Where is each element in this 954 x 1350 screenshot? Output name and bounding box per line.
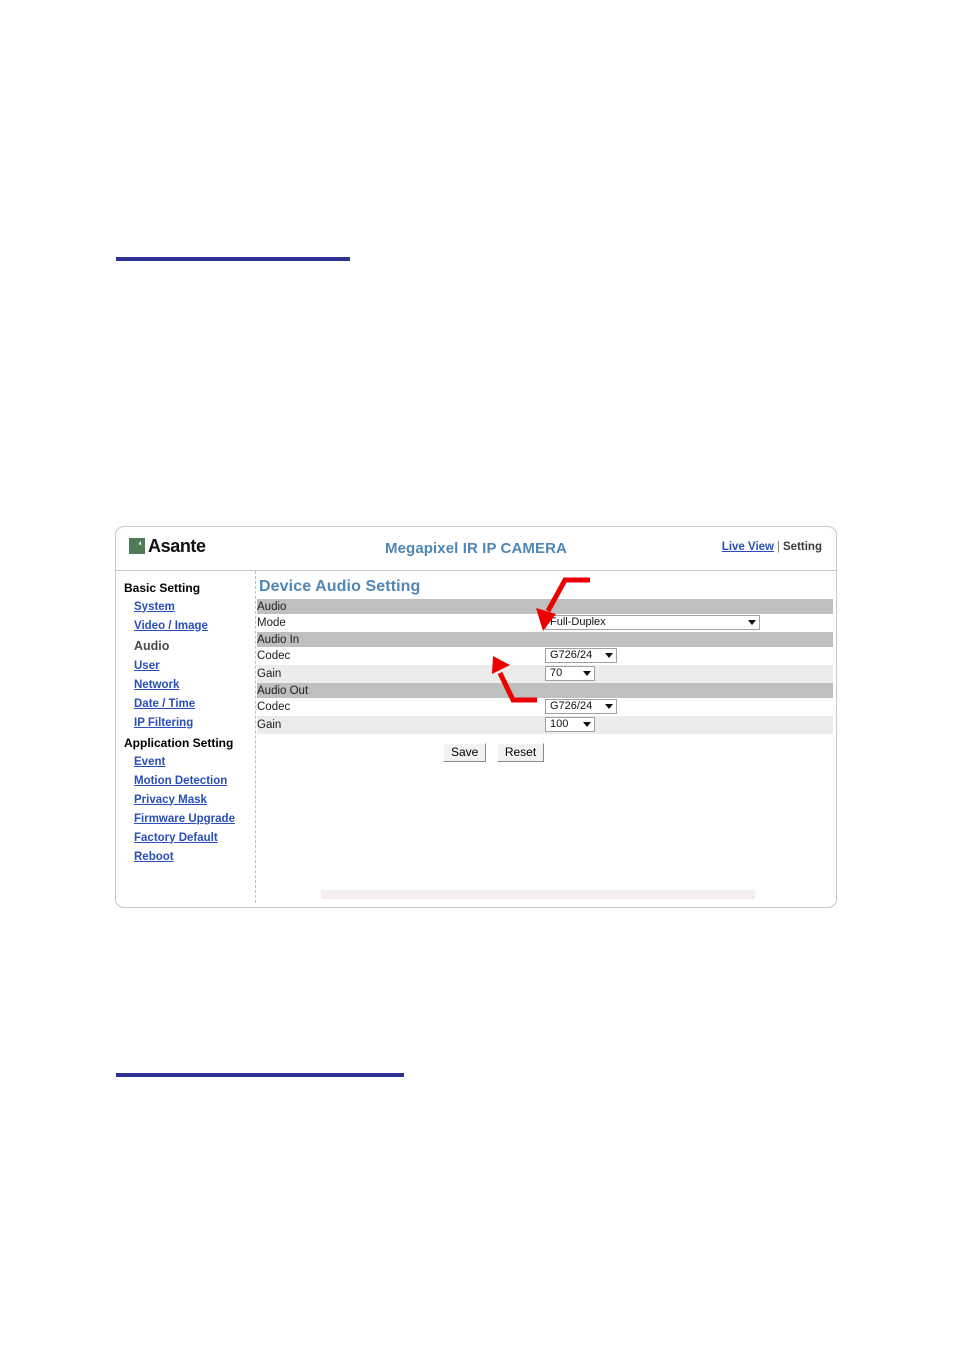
save-button[interactable]: Save: [443, 743, 487, 762]
audio-in-codec-select[interactable]: G726/24: [545, 648, 617, 664]
audio-in-codec-select-value: G726/24: [550, 649, 593, 662]
sidebar-item-user[interactable]: User: [116, 656, 254, 675]
setting-link[interactable]: Setting: [783, 541, 822, 553]
sidebar-group-application-setting: Application Setting: [124, 736, 234, 750]
header-link-separator: |: [777, 541, 781, 553]
audio-out-gain-select-value: 100: [550, 718, 569, 731]
audio-settings-table: Audio Mode Full-Duplex Audio In Codec G7…: [257, 599, 833, 734]
audio-in-gain-select[interactable]: 70: [545, 666, 595, 682]
sidebar-item-date-time[interactable]: Date / Time: [116, 694, 254, 713]
sidebar-item-system[interactable]: System: [116, 597, 254, 616]
field-label-mode: Mode: [257, 614, 545, 632]
ui-header: Asante Megapixel IR IP CAMERA Live View |…: [116, 527, 836, 571]
chevron-down-icon: [583, 722, 591, 728]
chevron-down-icon: [748, 620, 756, 626]
form-button-row: Save Reset: [257, 734, 836, 762]
chevron-down-icon: [583, 671, 591, 677]
sidebar-item-privacy-mask[interactable]: Privacy Mask: [116, 790, 254, 809]
camera-web-ui-panel: Asante Megapixel IR IP CAMERA Live View |…: [115, 526, 837, 908]
ui-body: Basic Setting System Video / Image Audio…: [116, 571, 836, 907]
table-row: Mode Full-Duplex: [257, 614, 833, 632]
field-label-audio-out-codec: Codec: [257, 698, 545, 716]
sidebar-item-network[interactable]: Network: [116, 675, 254, 694]
section-header-audio-in-label: Audio In: [257, 632, 833, 647]
field-label-audio-out-gain: Gain: [257, 716, 545, 734]
chevron-down-icon: [605, 653, 613, 659]
content-area: Device Audio Setting Audio Mode Full-Dup…: [257, 571, 836, 907]
page-title: Device Audio Setting: [259, 578, 421, 595]
chevron-down-icon: [605, 704, 613, 710]
sidebar-item-event[interactable]: Event: [116, 752, 254, 771]
section-header-audio-out: Audio Out: [257, 683, 833, 698]
footer-strip: [321, 890, 755, 899]
mode-select-value: Full-Duplex: [550, 616, 606, 629]
audio-out-gain-select[interactable]: 100: [545, 717, 595, 733]
sidebar-item-reboot[interactable]: Reboot: [116, 847, 254, 866]
sidebar-nav: Basic Setting System Video / Image Audio…: [116, 571, 254, 907]
section-header-audio-label: Audio: [257, 599, 833, 614]
sidebar-content-divider: [255, 571, 256, 903]
audio-out-codec-select-value: G726/24: [550, 700, 593, 713]
table-row: Gain 100: [257, 716, 833, 734]
table-row: Gain 70: [257, 665, 833, 683]
sidebar-item-audio[interactable]: Audio: [116, 635, 254, 656]
field-label-audio-in-codec: Codec: [257, 647, 545, 665]
section-header-audio-in: Audio In: [257, 632, 833, 647]
section-header-audio: Audio: [257, 599, 833, 614]
table-row: Codec G726/24: [257, 698, 833, 716]
field-label-audio-in-gain: Gain: [257, 665, 545, 683]
mode-select[interactable]: Full-Duplex: [545, 615, 760, 631]
header-links: Live View | Setting: [722, 541, 822, 553]
sidebar-item-motion-detection[interactable]: Motion Detection: [116, 771, 254, 790]
live-view-link[interactable]: Live View: [722, 541, 774, 553]
sidebar-item-video-image[interactable]: Video / Image: [116, 616, 254, 635]
reset-button[interactable]: Reset: [496, 743, 545, 762]
sidebar-item-factory-default[interactable]: Factory Default: [116, 828, 254, 847]
table-row: Codec G726/24: [257, 647, 833, 665]
sidebar-item-ip-filtering[interactable]: IP Filtering: [116, 713, 254, 732]
sidebar-item-firmware-upgrade[interactable]: Firmware Upgrade: [116, 809, 254, 828]
section-header-audio-out-label: Audio Out: [257, 683, 833, 698]
audio-in-gain-select-value: 70: [550, 667, 563, 680]
audio-out-codec-select[interactable]: G726/24: [545, 699, 617, 715]
sidebar-group-basic-setting: Basic Setting: [124, 581, 201, 595]
document-rule-bottom: [116, 1073, 404, 1077]
document-rule-top: [116, 257, 350, 261]
